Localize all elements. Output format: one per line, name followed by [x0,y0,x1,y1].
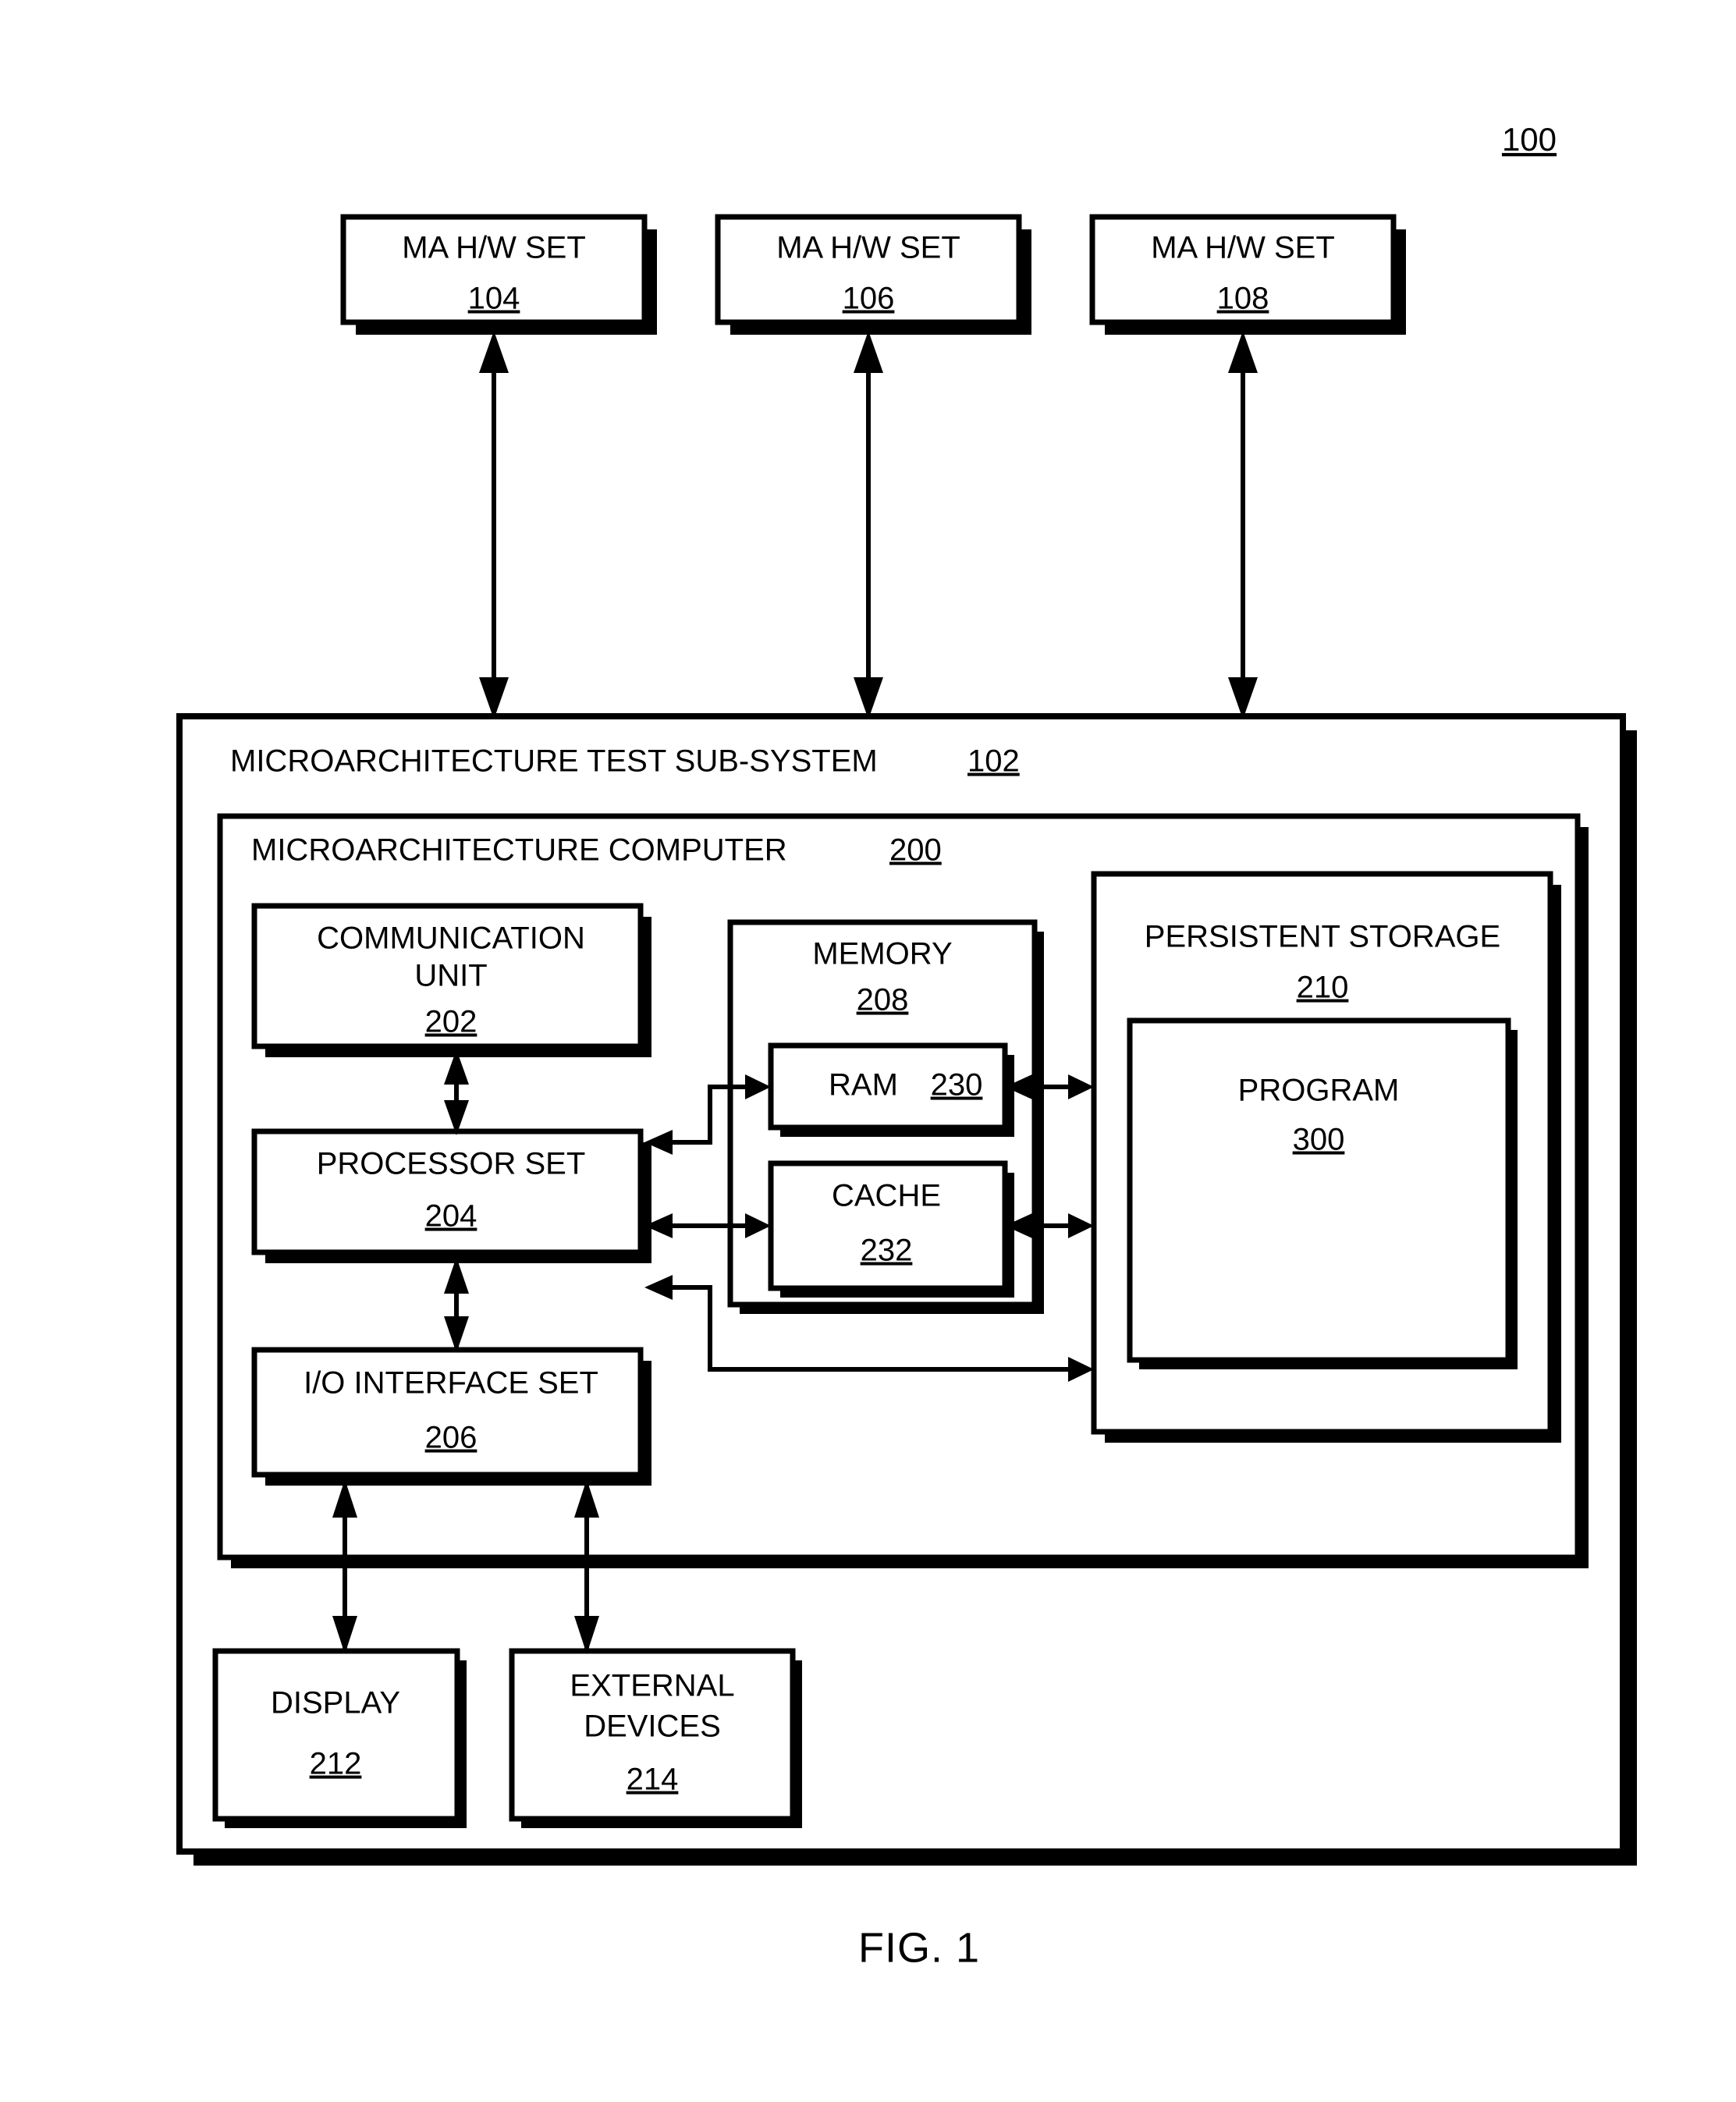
subsystem-title: MICROARCHITECTURE TEST SUB-SYSTEM [230,744,878,779]
processor-set-number: 204 [425,1199,477,1234]
ram-number: 230 [931,1068,983,1102]
ma-hw-set-106-number: 106 [843,282,895,316]
communication-unit-label-line1: COMMUNICATION [317,921,585,956]
external-devices-label-line1: EXTERNAL [570,1669,734,1703]
ma-hw-set-108-label: MA H/W SET [1151,231,1335,265]
ma-hw-set-106-label: MA H/W SET [776,231,960,265]
computer-title: MICROARCHITECTURE COMPUTER [251,833,787,868]
figure-reference-numeral: 100 [1502,121,1557,158]
program-number: 300 [1293,1123,1345,1157]
communication-unit-number: 202 [425,1005,477,1039]
display-number: 212 [310,1747,362,1781]
figure-caption: FIG. 1 [858,1924,980,1971]
cache-label: CACHE [832,1179,941,1213]
patent-figure: 100 MA H/W SET 104 MA H/W SET 106 MA H/W… [0,0,1736,2102]
ma-hw-set-108-number: 108 [1217,282,1269,316]
io-interface-set-number: 206 [425,1421,477,1455]
memory-number: 208 [857,983,909,1017]
ma-hw-set-104-number: 104 [468,282,520,316]
io-interface-set-label: I/O INTERFACE SET [304,1366,598,1401]
diagram-canvas: 100 MA H/W SET 104 MA H/W SET 106 MA H/W… [176,121,1637,1971]
computer-number: 200 [889,833,942,868]
external-devices-label-line2: DEVICES [584,1710,721,1744]
processor-set-label: PROCESSOR SET [317,1147,586,1181]
ma-hw-set-104-label: MA H/W SET [402,231,586,265]
display-label: DISPLAY [271,1686,400,1720]
cache-number: 232 [861,1234,913,1268]
connector-ma108-subsystem [1228,331,1258,719]
memory-label: MEMORY [812,937,952,971]
persistent-storage-label: PERSISTENT STORAGE [1145,920,1500,954]
display-block [212,1648,467,1828]
external-devices-number: 214 [627,1763,679,1797]
communication-unit-label-line2: UNIT [414,959,487,993]
connector-ma106-subsystem [854,331,883,719]
ram-label: RAM [829,1068,898,1102]
program-label: PROGRAM [1238,1074,1400,1108]
persistent-storage-number: 210 [1297,971,1349,1005]
connector-ma104-subsystem [479,331,509,719]
subsystem-number: 102 [967,744,1020,779]
